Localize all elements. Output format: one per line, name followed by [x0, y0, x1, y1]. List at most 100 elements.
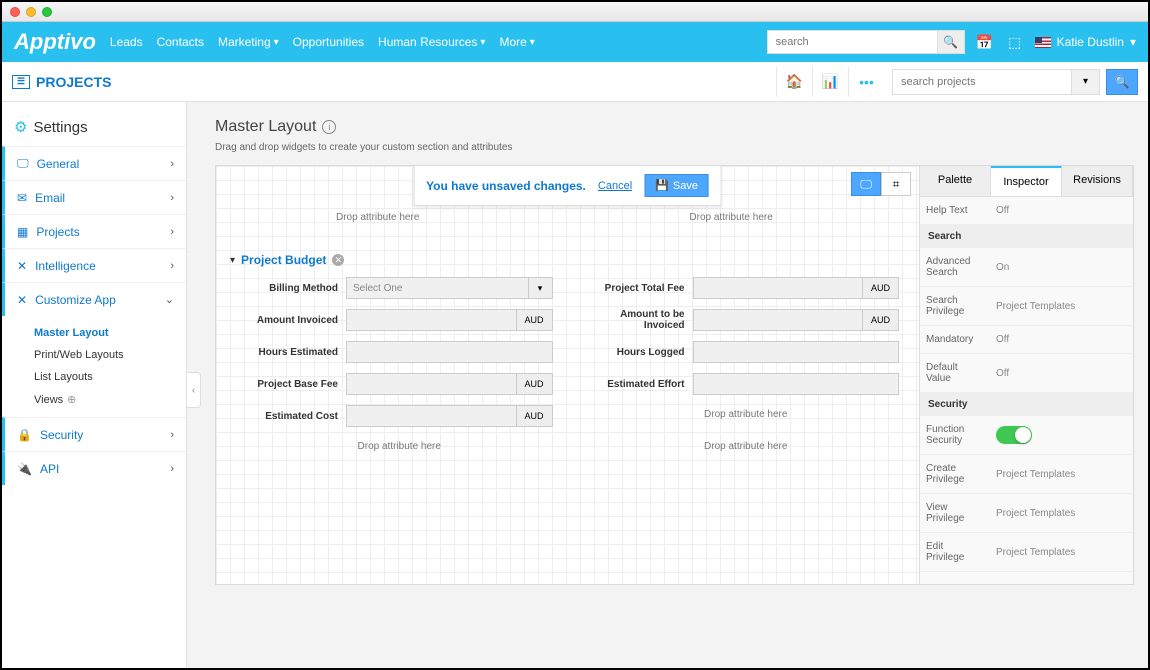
function-security-toggle[interactable]	[996, 426, 1032, 444]
save-icon: 💾	[655, 179, 669, 192]
top-nav: Apptivo Leads Contacts Marketing Opportu…	[2, 22, 1148, 62]
window-maximize-icon[interactable]	[42, 7, 52, 17]
tab-palette[interactable]: Palette	[920, 166, 991, 196]
chevron-down-icon: ⌄	[165, 293, 174, 306]
insp-edit-priv-value[interactable]: Project Templates	[990, 539, 1133, 566]
drop-zone[interactable]: Drop attribute here	[336, 212, 419, 223]
desktop-view-button[interactable]: 🖵	[851, 172, 881, 196]
insp-default-value[interactable]: Off	[990, 360, 1133, 387]
tab-revisions[interactable]: Revisions	[1062, 166, 1133, 196]
billing-method-select[interactable]: Select One	[346, 277, 529, 299]
lock-icon: 🔒	[17, 428, 32, 442]
sidebar-title: ⚙ Settings	[2, 112, 186, 146]
sidebar-item-projects[interactable]: ▦Projects›	[2, 214, 186, 248]
hours-logged-input[interactable]	[693, 341, 900, 363]
unsaved-message: You have unsaved changes.	[426, 179, 586, 193]
insp-help-text-value[interactable]: Off	[990, 197, 1133, 224]
insp-view-priv-value[interactable]: Project Templates	[990, 500, 1133, 527]
drop-zone[interactable]: Drop attribute here	[246, 437, 553, 460]
sidebar-collapse-handle[interactable]: ‹	[187, 372, 201, 408]
insp-mandatory-value[interactable]: Off	[990, 326, 1133, 353]
org-view-button[interactable]: ⌗	[881, 172, 911, 196]
project-search-button[interactable]: 🔍	[1106, 69, 1138, 95]
home-icon[interactable]: 🏠	[776, 67, 812, 97]
cancel-link[interactable]: Cancel	[598, 180, 632, 192]
chevron-down-icon[interactable]: ▾	[529, 277, 553, 299]
nav-contacts[interactable]: Contacts	[157, 35, 204, 49]
sidebar-sub-master-layout[interactable]: Master Layout	[34, 322, 186, 344]
nav-opportunities[interactable]: Opportunities	[293, 35, 364, 49]
drop-zone[interactable]: Drop attribute here	[593, 437, 900, 460]
chevron-right-icon: ›	[170, 429, 174, 441]
insp-group-security: Security	[920, 393, 1133, 416]
sidebar-item-email[interactable]: ✉Email›	[2, 180, 186, 214]
drop-zone[interactable]: Drop attribute here	[689, 212, 772, 223]
apps-icon[interactable]: ⬚	[1005, 32, 1025, 52]
window-titlebar	[2, 2, 1148, 22]
sidebar-item-api[interactable]: 🔌API›	[2, 451, 186, 485]
app-window: Apptivo Leads Contacts Marketing Opportu…	[0, 0, 1150, 670]
sidebar-sub-views[interactable]: Views⊕	[34, 388, 186, 411]
currency-unit: AUD	[863, 309, 899, 331]
drop-zone[interactable]: Drop attribute here	[593, 405, 900, 437]
layout-canvas[interactable]: You have unsaved changes. Cancel 💾Save 🖵…	[216, 166, 919, 584]
amount-to-be-invoiced-input[interactable]	[693, 309, 864, 331]
module-title[interactable]: PROJECTS	[36, 74, 111, 90]
estimated-cost-input[interactable]	[346, 405, 517, 427]
global-search-input[interactable]	[767, 30, 937, 54]
page-subtitle: Drag and drop widgets to create your cus…	[215, 142, 1134, 153]
brand-logo[interactable]: Apptivo	[14, 29, 96, 55]
user-menu[interactable]: Katie Dustlin ▾	[1035, 35, 1136, 49]
insp-group-search: Search	[920, 225, 1133, 248]
insp-search-priv-value[interactable]: Project Templates	[990, 293, 1133, 320]
plug-icon: 🔌	[17, 462, 32, 476]
info-icon[interactable]: i	[322, 120, 336, 134]
save-button[interactable]: 💾Save	[644, 174, 709, 197]
section-title[interactable]: Project Budget	[241, 253, 326, 267]
calendar-icon[interactable]: 📅	[975, 32, 995, 52]
chevron-right-icon: ›	[170, 158, 174, 170]
more-menu-icon[interactable]: •••	[848, 67, 884, 97]
project-base-fee-input[interactable]	[346, 373, 517, 395]
search-icon: 🔍	[943, 35, 958, 49]
nav-leads[interactable]: Leads	[110, 35, 143, 49]
section-collapse-icon[interactable]: ▾	[230, 255, 235, 266]
sidebar-item-general[interactable]: 🖵General›	[2, 146, 186, 180]
section-delete-icon[interactable]: ✕	[332, 254, 344, 266]
currency-unit: AUD	[863, 277, 899, 299]
hours-estimated-input[interactable]	[346, 341, 553, 363]
chevron-right-icon: ›	[170, 260, 174, 272]
monitor-icon: 🖵	[860, 177, 872, 192]
nav-human-resources[interactable]: Human Resources	[378, 35, 485, 49]
project-search-dropdown[interactable]: ▾	[1072, 69, 1100, 95]
insp-create-priv-value[interactable]: Project Templates	[990, 461, 1133, 488]
sidebar-item-customize-app[interactable]: ✕Customize App⌄	[2, 282, 186, 316]
window-minimize-icon[interactable]	[26, 7, 36, 17]
project-search-input[interactable]	[892, 69, 1072, 95]
sidebar-sub-print-web[interactable]: Print/Web Layouts	[34, 344, 186, 366]
global-search-button[interactable]: 🔍	[937, 30, 965, 54]
sidebar-sub-list-layouts[interactable]: List Layouts	[34, 366, 186, 388]
flag-icon	[1035, 37, 1051, 48]
tab-inspector[interactable]: Inspector	[991, 166, 1062, 196]
chart-icon[interactable]: 📊	[812, 67, 848, 97]
sidebar-item-security[interactable]: 🔒Security›	[2, 417, 186, 451]
insp-adv-search-value[interactable]: On	[990, 254, 1133, 281]
project-total-fee-input[interactable]	[693, 277, 864, 299]
sidebar-item-intelligence[interactable]: ✕Intelligence›	[2, 248, 186, 282]
plus-icon: ⊕	[67, 393, 76, 406]
unsaved-banner: You have unsaved changes. Cancel 💾Save	[413, 166, 722, 206]
currency-unit: AUD	[517, 373, 553, 395]
nav-marketing[interactable]: Marketing	[218, 35, 279, 49]
chevron-down-icon: ▾	[1130, 35, 1136, 49]
nav-more[interactable]: More	[499, 35, 534, 49]
settings-sidebar: ⚙ Settings 🖵General› ✉Email› ▦Projects› …	[2, 102, 187, 668]
chevron-right-icon: ›	[170, 463, 174, 475]
page-title: Master Layout	[215, 118, 316, 136]
amount-invoiced-input[interactable]	[346, 309, 517, 331]
estimated-effort-input[interactable]	[693, 373, 900, 395]
window-close-icon[interactable]	[10, 7, 20, 17]
chevron-right-icon: ›	[170, 192, 174, 204]
module-header: ☰ PROJECTS 🏠 📊 ••• ▾ 🔍	[2, 62, 1148, 102]
currency-unit: AUD	[517, 405, 553, 427]
